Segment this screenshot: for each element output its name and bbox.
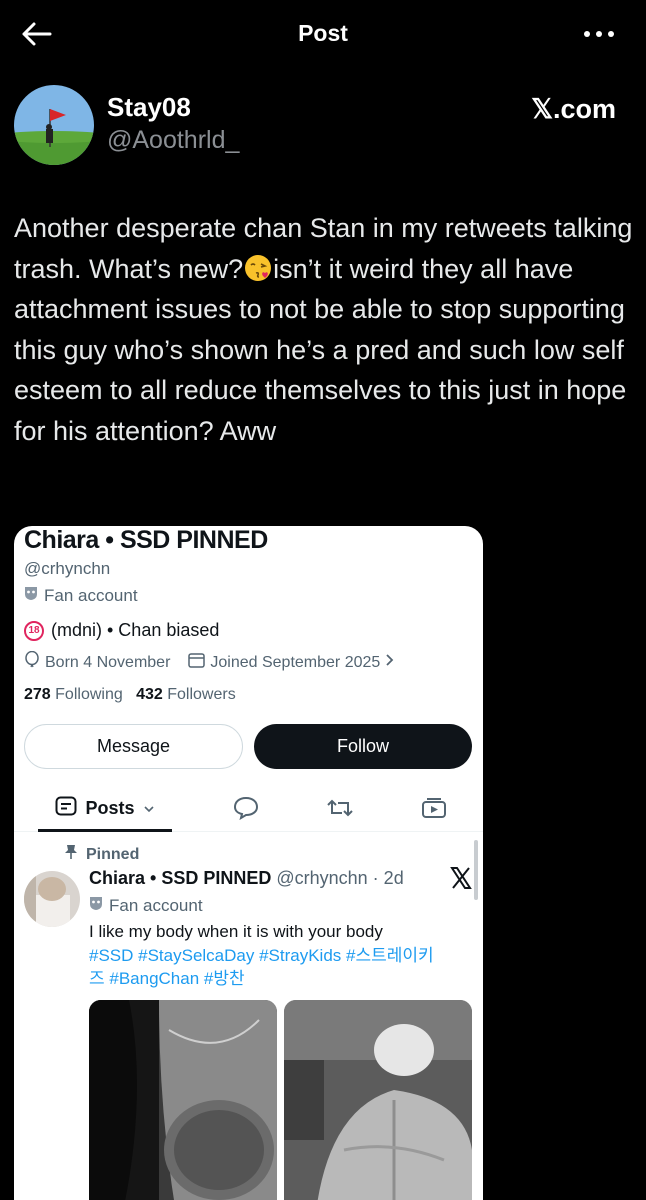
pinned-tweet-body: I like my body when it is with your body bbox=[89, 922, 383, 941]
pin-icon bbox=[64, 844, 78, 865]
tweet-image-2[interactable] bbox=[284, 1000, 472, 1200]
profile-name: Chiara • SSD PINNED bbox=[24, 526, 268, 554]
x-logo-icon bbox=[450, 866, 472, 890]
followers-count: 432 bbox=[136, 686, 163, 703]
following-label: Following bbox=[55, 686, 123, 703]
posts-icon bbox=[55, 796, 77, 821]
chevron-down-icon bbox=[143, 798, 155, 819]
pinned-tweet-header: Chiara • SSD PINNED @crhynchn · 2d bbox=[89, 868, 404, 889]
pinned-tweet-text: I like my body when it is with your body… bbox=[89, 920, 474, 991]
tab-posts-label: Posts bbox=[85, 798, 135, 818]
hashtags-line-1[interactable]: #SSD #StaySelcaDay #StrayKids #스트레이키 bbox=[89, 944, 474, 968]
profile-stats: 278 Following 432 Followers bbox=[24, 686, 236, 704]
pinned-tweet-badge: Fan account bbox=[89, 895, 203, 916]
follow-button[interactable]: Follow bbox=[254, 724, 472, 769]
profile-badge-label: Fan account bbox=[44, 585, 138, 605]
tab-media[interactable] bbox=[412, 788, 456, 832]
profile-born: Born 4 November bbox=[45, 653, 171, 671]
author-handle[interactable]: @Aoothrld_ bbox=[107, 126, 239, 155]
top-bar: Post bbox=[0, 0, 646, 68]
chevron-right-icon bbox=[385, 653, 395, 672]
followers-label: Followers bbox=[167, 686, 236, 703]
author-display-name[interactable]: Stay08 bbox=[107, 92, 191, 123]
source-watermark: 𝕏.com bbox=[531, 94, 616, 124]
pinned-tweet-handle-time: @crhynchn · 2d bbox=[276, 868, 404, 888]
profile-tabs: Posts bbox=[14, 788, 483, 832]
no-under-18-icon: 18 bbox=[24, 620, 44, 641]
profile-bio: 18 (mdni) • Chan biased bbox=[24, 620, 219, 641]
scrollbar[interactable] bbox=[474, 840, 478, 900]
pinned-tweet-name[interactable]: Chiara • SSD PINNED bbox=[89, 868, 271, 888]
message-button[interactable]: Message bbox=[24, 724, 243, 769]
tab-replies[interactable] bbox=[224, 788, 268, 832]
page-title: Post bbox=[298, 20, 348, 46]
pinned-tweet-badge-label: Fan account bbox=[109, 895, 203, 915]
profile-bio-text: (mdni) • Chan biased bbox=[51, 620, 220, 640]
repost-icon bbox=[326, 797, 354, 824]
profile-badge: Fan account bbox=[24, 585, 138, 606]
tweet-image-1[interactable] bbox=[89, 1000, 277, 1200]
mask-icon bbox=[89, 895, 103, 916]
mask-icon bbox=[24, 585, 38, 606]
pinned-tweet-avatar[interactable] bbox=[24, 871, 80, 927]
more-options-icon[interactable] bbox=[582, 20, 616, 48]
embedded-profile-screenshot: Chiara • SSD PINNED @crhynchn Fan accoun… bbox=[14, 526, 483, 1200]
birthday-balloon-icon bbox=[24, 650, 40, 674]
profile-meta: Born 4 November Joined September 2025 bbox=[24, 650, 395, 674]
hashtags-line-2[interactable]: 즈 #BangChan #방찬 bbox=[89, 967, 474, 991]
author-avatar[interactable] bbox=[14, 85, 94, 165]
tweet-text: Another desperate chan Stan in my retwee… bbox=[14, 208, 639, 451]
profile-handle: @crhynchn bbox=[24, 559, 111, 578]
pinned-label: Pinned bbox=[86, 845, 140, 863]
following-count: 278 bbox=[24, 686, 51, 703]
kissing-face-emoji-icon bbox=[243, 253, 273, 283]
pinned-indicator: Pinned bbox=[64, 844, 139, 865]
reply-bubble-icon bbox=[233, 796, 259, 825]
tab-reposts[interactable] bbox=[318, 788, 362, 832]
tab-posts[interactable]: Posts bbox=[38, 788, 172, 832]
profile-joined: Joined September 2025 bbox=[210, 653, 381, 671]
media-icon bbox=[421, 797, 447, 824]
calendar-icon bbox=[188, 652, 206, 673]
